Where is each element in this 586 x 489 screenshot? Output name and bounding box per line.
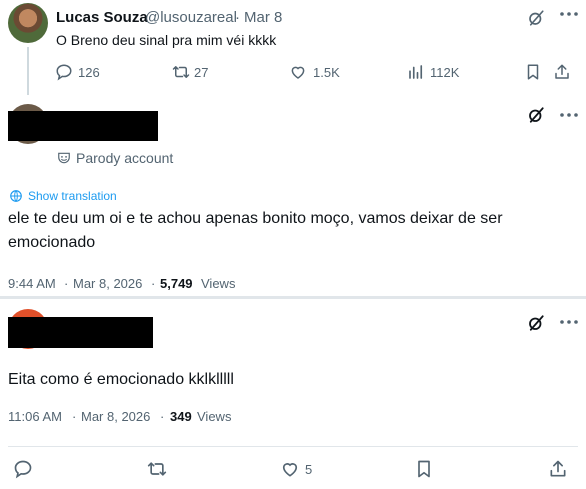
grok-icon[interactable] bbox=[527, 9, 545, 27]
author-display-name[interactable]: Lucas Souza bbox=[56, 9, 148, 26]
post-time[interactable]: 9:44 AM bbox=[8, 276, 56, 291]
show-translation-link[interactable]: Show translation bbox=[28, 189, 117, 203]
view-count: 112K bbox=[430, 65, 460, 80]
like-icon[interactable] bbox=[289, 63, 307, 81]
lucas-avatar[interactable] bbox=[8, 3, 48, 43]
like-icon[interactable] bbox=[280, 459, 300, 479]
repost-icon[interactable] bbox=[172, 63, 190, 81]
bookmark-icon[interactable] bbox=[524, 63, 542, 81]
bookmark-icon[interactable] bbox=[414, 459, 434, 479]
post-text: O Breno deu sinal pra mim véi kkkk bbox=[56, 32, 277, 48]
views-icon[interactable] bbox=[407, 63, 425, 81]
post-text: Eita como é emocionado kklklllll bbox=[8, 371, 234, 388]
views-label: Views bbox=[197, 409, 232, 424]
grok-icon[interactable] bbox=[527, 314, 545, 332]
post-date[interactable]: Mar 8 bbox=[244, 9, 282, 26]
like-count: 1.5K bbox=[313, 65, 340, 80]
post-text-line-2: emocionado bbox=[8, 234, 96, 251]
more-options-icon[interactable] bbox=[560, 12, 578, 16]
separator-dot: · bbox=[235, 9, 240, 26]
action-bar-divider bbox=[8, 446, 578, 447]
views-label: Views bbox=[201, 276, 236, 291]
post-date[interactable]: Mar 8, 2026 bbox=[73, 276, 142, 291]
share-icon[interactable] bbox=[548, 459, 568, 479]
reply-count: 126 bbox=[78, 65, 100, 80]
reply-icon[interactable] bbox=[55, 63, 73, 81]
parody-label: Parody account bbox=[76, 150, 174, 166]
author-handle[interactable]: @lusouzareal bbox=[145, 9, 237, 26]
views-count: 5,749 bbox=[160, 276, 193, 291]
repost-icon[interactable] bbox=[147, 459, 167, 479]
redacted-author-info bbox=[8, 317, 153, 348]
share-icon[interactable] bbox=[553, 63, 571, 81]
parody-mask-icon bbox=[57, 151, 71, 165]
more-options-icon[interactable] bbox=[560, 113, 578, 117]
thread-line bbox=[27, 47, 29, 95]
post-time[interactable]: 11:06 AM bbox=[8, 409, 62, 424]
post-date[interactable]: Mar 8, 2026 bbox=[81, 409, 150, 424]
separator-dot: · bbox=[151, 276, 156, 291]
more-options-icon[interactable] bbox=[560, 320, 578, 324]
grok-icon[interactable] bbox=[527, 106, 545, 124]
redacted-author-info bbox=[8, 111, 158, 141]
like-count: 5 bbox=[305, 462, 313, 477]
views-count: 349 bbox=[170, 409, 192, 424]
reply-icon[interactable] bbox=[13, 459, 33, 479]
post-text-line-1: ele te deu um oi e te achou apenas bonit… bbox=[8, 210, 503, 227]
separator-dot: · bbox=[64, 276, 69, 291]
repost-count: 27 bbox=[194, 65, 209, 80]
separator-dot: · bbox=[72, 409, 77, 424]
post-divider bbox=[0, 296, 586, 299]
separator-dot: · bbox=[160, 409, 165, 424]
globe-icon[interactable] bbox=[9, 189, 23, 203]
